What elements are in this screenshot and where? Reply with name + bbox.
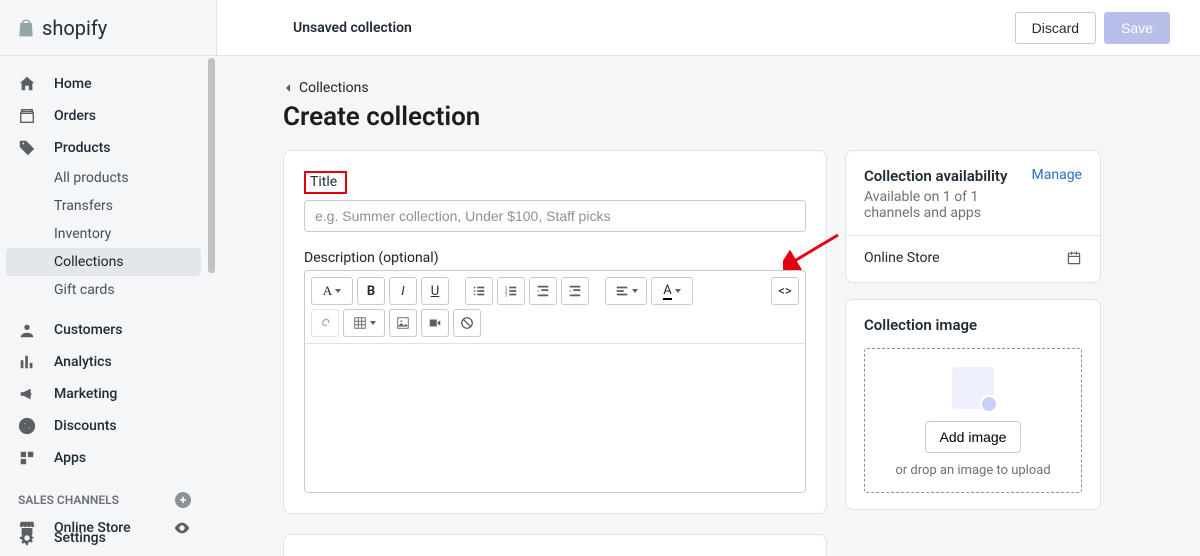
apps-icon xyxy=(18,449,36,467)
main-column: Title Description (optional) A B I U 123 xyxy=(283,150,827,556)
discard-button[interactable]: Discard xyxy=(1015,12,1096,44)
link-button[interactable] xyxy=(311,309,339,337)
sidebar-sub-all-products[interactable]: All products xyxy=(0,164,207,192)
sidebar-item-home[interactable]: Home xyxy=(0,68,207,100)
main-content: Collections Create collection Title Desc… xyxy=(207,56,1200,556)
page-status: Unsaved collection xyxy=(293,20,412,36)
sidebar-item-products[interactable]: Products xyxy=(0,132,207,164)
sidebar-item-analytics[interactable]: Analytics xyxy=(0,346,207,378)
tag-icon xyxy=(18,139,36,157)
description-label: Description (optional) xyxy=(304,250,806,266)
availability-card: Collection availability Available on 1 o… xyxy=(845,150,1101,283)
sidebar-item-apps[interactable]: Apps xyxy=(0,442,207,474)
sidebar-item-settings[interactable]: Settings xyxy=(0,522,207,554)
table-dropdown[interactable] xyxy=(343,309,385,337)
sidebar-item-label: Apps xyxy=(54,450,86,466)
outdent-button[interactable] xyxy=(529,277,557,305)
sidebar-sub-transfers[interactable]: Transfers xyxy=(0,192,207,220)
add-channel-icon[interactable]: + xyxy=(175,492,191,508)
sidebar-item-label: Customers xyxy=(54,322,122,338)
svg-text:3: 3 xyxy=(505,293,508,298)
sidebar-sub-gift-cards[interactable]: Gift cards xyxy=(0,276,207,304)
home-icon xyxy=(18,75,36,93)
topbar: shopify Unsaved collection Discard Save xyxy=(0,0,1200,56)
clear-format-button[interactable] xyxy=(453,309,481,337)
sidebar-item-marketing[interactable]: Marketing xyxy=(0,378,207,410)
availability-subtitle: Available on 1 of 1 channels and apps xyxy=(864,189,1032,221)
sidebar-item-customers[interactable]: Customers xyxy=(0,314,207,346)
sidebar-item-label: Marketing xyxy=(54,386,117,402)
topbar-actions: Discard Save xyxy=(1015,12,1170,44)
italic-button[interactable]: I xyxy=(389,277,417,305)
video-button[interactable] xyxy=(421,309,449,337)
customers-icon xyxy=(18,321,36,339)
logo-area: shopify xyxy=(0,0,216,55)
channel-name: Online Store xyxy=(864,250,940,266)
sidebar-item-label: Analytics xyxy=(54,354,112,370)
discount-icon xyxy=(18,417,36,435)
side-column: Collection availability Available on 1 o… xyxy=(845,150,1101,510)
add-image-button[interactable]: Add image xyxy=(925,421,1022,453)
shopify-bag-icon xyxy=(16,17,36,39)
brand-text: shopify xyxy=(42,16,107,40)
sidebar-item-label: Discounts xyxy=(54,418,117,434)
rte-toolbar: A B I U 123 A xyxy=(304,270,806,343)
sidebar-item-orders[interactable]: Orders xyxy=(0,100,207,132)
chevron-left-icon xyxy=(283,83,293,93)
sidebar-item-label: Orders xyxy=(54,108,96,124)
shopify-logo: shopify xyxy=(16,16,107,40)
manage-link[interactable]: Manage xyxy=(1032,167,1082,183)
online-store-row: Online Store xyxy=(864,250,1082,266)
availability-title: Collection availability xyxy=(864,167,1032,185)
number-list-button[interactable]: 123 xyxy=(497,277,525,305)
image-placeholder-icon xyxy=(952,367,994,409)
layout: Home Orders Products All products Transf… xyxy=(0,56,1200,556)
image-dropzone[interactable]: Add image or drop an image to upload xyxy=(864,348,1082,493)
title-label: Title xyxy=(304,171,347,194)
drop-hint: or drop an image to upload xyxy=(875,463,1071,478)
sidebar-sub-collections[interactable]: Collections xyxy=(6,248,201,276)
sidebar-sub-inventory[interactable]: Inventory xyxy=(0,220,207,248)
section-label: SALES CHANNELS xyxy=(18,493,119,507)
sidebar: Home Orders Products All products Transf… xyxy=(0,56,207,556)
description-editor[interactable] xyxy=(304,343,806,493)
indent-button[interactable] xyxy=(561,277,589,305)
analytics-icon xyxy=(18,353,36,371)
align-dropdown[interactable] xyxy=(605,277,647,305)
title-card: Title Description (optional) A B I U 123 xyxy=(283,150,827,514)
sidebar-item-label: Products xyxy=(54,140,111,156)
sidebar-item-label: Settings xyxy=(54,530,106,546)
image-card: Collection image Add image or drop an im… xyxy=(845,299,1101,510)
orders-icon xyxy=(18,107,36,125)
megaphone-icon xyxy=(18,385,36,403)
collection-type-card: Collection type xyxy=(283,534,827,556)
format-dropdown[interactable]: A xyxy=(311,277,353,305)
title-input[interactable] xyxy=(304,200,806,232)
sidebar-item-discounts[interactable]: Discounts xyxy=(0,410,207,442)
html-toggle-button[interactable]: <> xyxy=(771,277,799,305)
save-button[interactable]: Save xyxy=(1104,12,1170,44)
divider xyxy=(846,235,1100,236)
breadcrumb[interactable]: Collections xyxy=(283,80,1164,96)
sales-channels-heading: SALES CHANNELS + xyxy=(0,474,207,512)
breadcrumb-label: Collections xyxy=(299,80,369,96)
image-card-title: Collection image xyxy=(864,316,1082,334)
content-columns: Title Description (optional) A B I U 123 xyxy=(283,150,1164,556)
image-button[interactable] xyxy=(389,309,417,337)
topbar-right: Unsaved collection Discard Save xyxy=(216,0,1200,55)
text-color-dropdown[interactable]: A xyxy=(651,277,693,305)
calendar-icon[interactable] xyxy=(1066,250,1082,266)
bullet-list-button[interactable] xyxy=(465,277,493,305)
bold-button[interactable]: B xyxy=(357,277,385,305)
underline-button[interactable]: U xyxy=(421,277,449,305)
sidebar-item-label: Home xyxy=(54,76,92,92)
gear-icon xyxy=(18,529,36,547)
page-title: Create collection xyxy=(283,102,1164,132)
